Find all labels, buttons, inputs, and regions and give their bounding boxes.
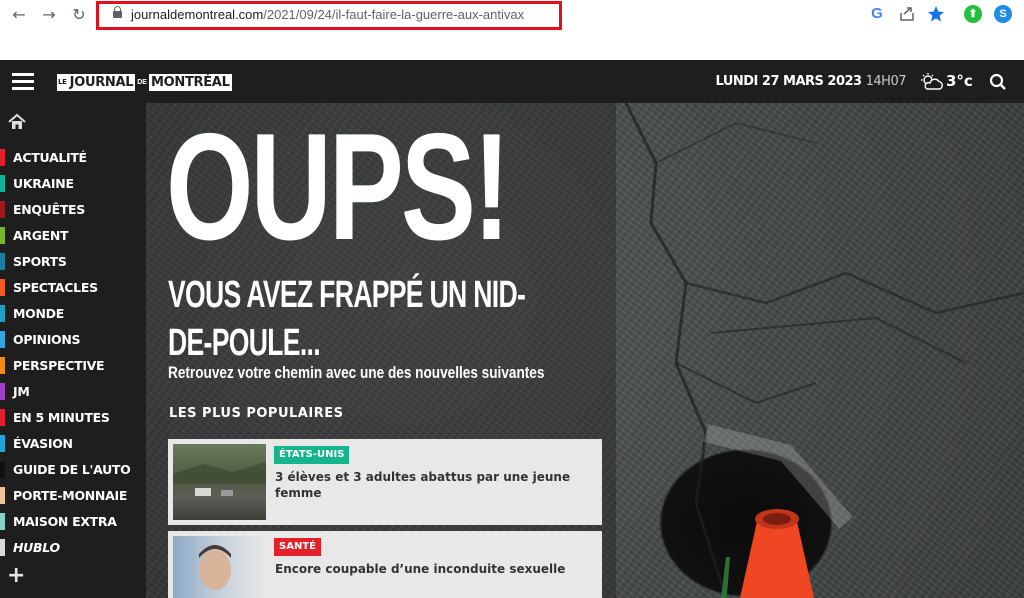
sidebar-item-label: ACTUALITÉ <box>13 150 87 165</box>
search-icon[interactable] <box>989 73 1007 91</box>
sidebar-item-label: ARGENT <box>13 228 69 243</box>
category-tag[interactable]: SANTÉ <box>274 538 321 556</box>
home-icon[interactable] <box>8 113 26 131</box>
sidebar-item[interactable]: EN 5 MINUTES <box>0 405 146 431</box>
sidebar-item-label: MAISON EXTRA <box>13 514 117 529</box>
sidebar-color-marker <box>0 487 5 504</box>
sidebar-color-marker <box>0 331 5 348</box>
popular-card[interactable]: SANTÉ Encore coupable d’une inconduite s… <box>168 531 602 598</box>
article-thumbnail[interactable] <box>173 444 266 520</box>
sidebar-color-marker <box>0 435 5 452</box>
logo-le: LE <box>57 73 68 91</box>
sidebar-item[interactable]: PERSPECTIVE <box>0 353 146 379</box>
sidebar-color-marker <box>0 279 5 296</box>
sidebar-item[interactable]: OPINIONS <box>0 327 146 353</box>
sidebar-item[interactable]: PORTE-MONNAIE <box>0 483 146 509</box>
sidebar-color-marker <box>0 305 5 322</box>
date-display: LUNDI 27 MARS 2023 14H07 <box>716 74 907 89</box>
cloud-sun-icon <box>919 72 945 92</box>
address-url[interactable]: journaldemontreal.com/2021/09/24/il-faut… <box>131 7 524 22</box>
sidebar-item-label: SPECTACLES <box>13 280 98 295</box>
hero-section: OUPS! VOUS AVEZ FRAPPÉ UN NID-DE-POULE..… <box>146 103 1024 598</box>
browser-chrome: ← → ↻ journaldemontreal.com/2021/09/24/i… <box>0 0 1024 60</box>
traffic-cone-graphic <box>721 509 814 598</box>
article-thumbnail[interactable] <box>173 536 266 598</box>
temperature: 3°c <box>946 72 973 90</box>
date-text: LUNDI 27 MARS 2023 <box>715 74 863 89</box>
popular-card[interactable]: ÉTATS-UNIS 3 élèves et 3 adultes abattus… <box>168 439 602 525</box>
article-headline[interactable]: 3 élèves et 3 adultes abattus par une je… <box>275 469 575 501</box>
sidebar-color-marker <box>0 201 5 218</box>
sidebar-nav: ACTUALITÉ UKRAINE ENQUÊTES ARGENT SPORTS SPEC… <box>0 103 146 598</box>
sidebar-item[interactable]: ACTUALITÉ <box>0 145 146 171</box>
lock-icon <box>113 6 122 20</box>
sidebar-item[interactable]: SPECTACLES <box>0 275 146 301</box>
sidebar-item-label: HUBLO <box>13 540 60 555</box>
sidebar-color-marker <box>0 357 5 374</box>
share-icon[interactable] <box>898 5 916 23</box>
extension-blue-icon[interactable]: S <box>994 5 1012 23</box>
url-path: /2021/09/24/il-faut-faire-la-guerre-aux-… <box>263 7 525 22</box>
sidebar-item[interactable]: ENQUÊTES <box>0 197 146 223</box>
sidebar-item-label: PERSPECTIVE <box>13 358 105 373</box>
sidebar-color-marker <box>0 175 5 192</box>
sidebar-item-label: UKRAINE <box>13 176 74 191</box>
hero-title: OUPS! <box>166 103 510 272</box>
address-bar[interactable]: journaldemontreal.com/2021/09/24/il-faut… <box>96 1 562 30</box>
logo-journal: JOURNAL <box>67 73 136 91</box>
sidebar-item[interactable]: ARGENT <box>0 223 146 249</box>
sidebar-item-label: MONDE <box>13 306 64 321</box>
back-arrow-icon[interactable]: ← <box>8 4 30 26</box>
sidebar-item[interactable]: MONDE <box>0 301 146 327</box>
sidebar-item[interactable]: ÉVASION <box>0 431 146 457</box>
hero-subtitle: VOUS AVEZ FRAPPÉ UN NID-DE-POULE... <box>168 274 526 364</box>
sidebar-item-label: JM <box>13 384 30 399</box>
bookmark-star-icon[interactable] <box>927 5 945 23</box>
sidebar-color-marker <box>0 383 5 400</box>
more-plus-icon[interactable]: + <box>7 565 25 587</box>
sidebar-color-marker <box>0 461 5 478</box>
site-logo[interactable]: LE JOURNAL DE MONTRÉAL <box>57 72 232 92</box>
site-header: LE JOURNAL DE MONTRÉAL LUNDI 27 MARS 202… <box>0 60 1024 103</box>
sidebar-item-label: SPORTS <box>13 254 67 269</box>
category-tag[interactable]: ÉTATS-UNIS <box>274 446 350 464</box>
logo-montreal: MONTRÉAL <box>148 73 232 91</box>
sidebar-item-label: GUIDE DE L'AUTO <box>13 462 131 477</box>
sidebar-item-label: ENQUÊTES <box>13 202 85 217</box>
sidebar-color-marker <box>0 409 5 426</box>
sidebar-color-marker <box>0 227 5 244</box>
google-icon[interactable]: G <box>868 5 886 23</box>
sidebar-color-marker <box>0 513 5 530</box>
sidebar-item[interactable]: GUIDE DE L'AUTO <box>0 457 146 483</box>
reload-icon[interactable]: ↻ <box>68 4 90 26</box>
popular-heading: LES PLUS POPULAIRES <box>169 406 344 421</box>
article-headline[interactable]: Encore coupable d’une inconduite sexuell… <box>275 561 575 577</box>
menu-icon[interactable] <box>12 73 34 91</box>
sidebar-item-label: EN 5 MINUTES <box>13 410 110 425</box>
sidebar-item[interactable]: SPORTS <box>0 249 146 275</box>
sidebar-color-marker <box>0 149 5 166</box>
extension-green-icon[interactable]: ⬆ <box>964 5 982 23</box>
sidebar-item-label: ÉVASION <box>13 436 73 451</box>
sidebar-item[interactable]: MAISON EXTRA <box>0 509 146 535</box>
logo-de: DE <box>137 78 147 86</box>
time-text: 14H07 <box>865 74 907 89</box>
sidebar-item-label: OPINIONS <box>13 332 81 347</box>
sidebar-item[interactable]: JM <box>0 379 146 405</box>
sidebar-item[interactable]: HUBLO <box>0 535 146 561</box>
sidebar-item-label: PORTE-MONNAIE <box>13 488 128 503</box>
sidebar-color-marker <box>0 539 5 556</box>
sidebar-item[interactable]: UKRAINE <box>0 171 146 197</box>
url-domain: journaldemontreal.com <box>131 7 264 22</box>
hero-lead: Retrouvez votre chemin avec une des nouv… <box>168 363 545 382</box>
sidebar-color-marker <box>0 253 5 270</box>
forward-arrow-icon[interactable]: → <box>38 4 60 26</box>
